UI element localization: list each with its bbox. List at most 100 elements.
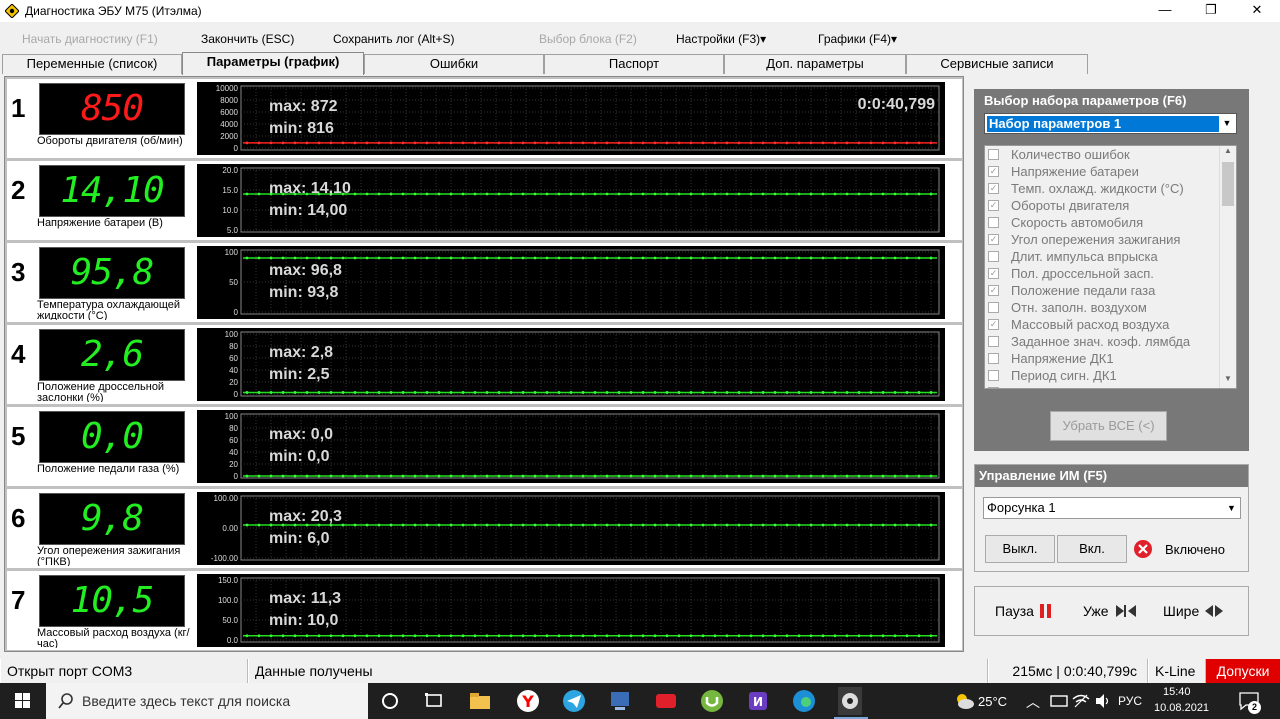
checkbox-checked-icon[interactable]: ✓ [988,285,999,296]
series-point [857,523,861,527]
series-point [833,391,837,394]
utorrent-icon[interactable] [698,687,726,715]
telegram-icon[interactable] [560,687,588,715]
param-list-item[interactable]: ✓ Пол. дроссельной засп. [985,265,1236,282]
param-list-item[interactable]: Отн. заполн. воздухом [985,299,1236,316]
param-list-item[interactable]: Скорость автомобиля [985,214,1236,231]
menu-select-block[interactable]: Выбор блока (F2) [539,32,637,46]
series-point [509,141,513,145]
narrow-button[interactable]: Уже [1083,603,1138,619]
taskbar-search[interactable]: Введите здесь текст для поиска [46,683,368,719]
yandex-browser-icon[interactable]: Y [514,687,542,715]
param-list-item[interactable]: ✓ Темп. охлажд. жидкости (°С) [985,180,1236,197]
param-list-item[interactable]: ✓ Положение педали газа [985,282,1236,299]
param-list-item[interactable]: ✓ Массовый расход воздуха [985,316,1236,333]
param-list-item[interactable]: ✓ Напряжение батареи [985,163,1236,180]
series-point [893,141,897,145]
param-list-item[interactable]: Заданное знач. коэф. лямбда [985,333,1236,350]
series-point [389,141,393,145]
param-list-item[interactable]: Количество ошибок [985,146,1236,163]
scroll-thumb[interactable] [1222,162,1234,206]
series-point [665,256,669,260]
maximize-button[interactable]: ❐ [1188,0,1234,22]
pause-button[interactable]: Пауза [995,603,1053,619]
checkbox-unchecked-icon[interactable] [988,217,999,228]
param-list-item[interactable]: Длит. импульса впрыска [985,248,1236,265]
series-point [497,474,501,478]
param-list-item[interactable]: Напряжение ДК1 [985,350,1236,367]
wide-button[interactable]: Шире [1163,603,1224,619]
input-language[interactable]: РУС [1118,694,1142,708]
checkbox-checked-icon[interactable]: ✓ [988,319,999,330]
checkbox-unchecked-icon[interactable] [988,149,999,160]
checkbox-checked-icon[interactable]: ✓ [988,183,999,194]
checkbox-unchecked-icon[interactable] [988,336,999,347]
tab-extra-params[interactable]: Доп. параметры [724,54,906,74]
tab-errors[interactable]: Ошибки [364,54,544,74]
tab-variables-list[interactable]: Переменные (список) [2,54,182,74]
file-explorer-icon[interactable] [466,687,494,715]
param-list-item[interactable]: ✓ Обороты двигателя [985,197,1236,214]
off-button[interactable]: Выкл. [985,535,1055,563]
chevron-down-icon[interactable]: ▼ [1219,115,1235,132]
tray-chevron-up-icon[interactable]: ︿ [1026,692,1040,712]
network-icon[interactable] [1050,693,1068,709]
taskbar: Введите здесь текст для поиска Y И 25°C … [0,683,1280,719]
app-n-icon[interactable]: И [744,687,772,715]
max-value: max: 872 [269,98,338,115]
menu-save-log[interactable]: Сохранить лог (Alt+S) [333,32,455,46]
param-list-item[interactable]: Период сигн. ДК1 [985,367,1236,384]
checkbox-checked-icon[interactable]: ✓ [988,234,999,245]
tab-parameters-graph[interactable]: Параметры (график) [182,52,364,75]
task-view-icon[interactable] [420,687,448,715]
y-tick-label: 15.0 [222,186,238,195]
permits-button[interactable]: Допуски [1206,659,1280,683]
param-list-scrollbar[interactable]: ▲ ▼ [1219,146,1236,388]
menu-finish[interactable]: Закончить (ESC) [201,32,294,46]
param-list-item[interactable]: ✓ Угол опережения зажигания [985,231,1236,248]
playback-panel: Пауза Уже Шире [974,586,1249,636]
checkbox-unchecked-icon[interactable] [988,387,999,388]
close-button[interactable]: ✕ [1234,0,1280,22]
chevron-down-icon[interactable]: ▼ [1224,499,1239,517]
tab-service-records[interactable]: Сервисные записи [906,54,1088,74]
clock-date[interactable]: 10.08.2021 [1154,702,1209,714]
remove-all-button[interactable]: Убрать ВСЕ (<) [1050,411,1167,441]
checkbox-checked-icon[interactable]: ✓ [988,200,999,211]
checkbox-unchecked-icon[interactable] [988,251,999,262]
windows-start-icon[interactable] [0,683,46,719]
menu-settings[interactable]: Настройки (F3)▾ [676,32,766,46]
menu-graphs[interactable]: Графики (F4)▾ [818,32,897,46]
actuator-dropdown[interactable]: Форсунка 1 ▼ [983,497,1241,519]
speedtest-icon[interactable] [652,687,680,715]
scroll-up-icon[interactable]: ▲ [1220,146,1236,160]
wifi-off-icon[interactable] [1072,693,1090,709]
series-point [797,192,801,196]
on-button[interactable]: Вкл. [1057,535,1127,563]
scroll-down-icon[interactable]: ▼ [1220,374,1236,388]
param-row-2: 2 14,10 Напряжение батареи (В) 20.0 15.0 10.0… [7,161,962,240]
diagnostic-app-icon[interactable] [836,687,864,715]
series-point [521,474,525,478]
paramset-dropdown[interactable]: Набор параметров 1 ▼ [984,113,1237,134]
checkbox-unchecked-icon[interactable] [988,302,999,313]
volume-icon[interactable] [1094,693,1112,709]
minimize-button[interactable]: — [1142,0,1188,22]
menu-start-diagnostics[interactable]: Начать диагностику (F1) [22,32,158,46]
series-point [749,391,753,394]
series-point [869,391,873,394]
checkbox-unchecked-icon[interactable] [988,353,999,364]
series-point [761,391,765,394]
param-list-item[interactable]: Напряжение ДК2 [985,384,1236,388]
checkbox-checked-icon[interactable]: ✓ [988,166,999,177]
series-point [917,634,921,638]
checkbox-unchecked-icon[interactable] [988,370,999,381]
series-point [269,634,273,638]
tab-passport[interactable]: Паспорт [544,54,724,74]
series-point [341,391,345,394]
task-view-cortana-icon[interactable] [376,687,404,715]
edge-browser-icon[interactable] [790,687,818,715]
checkbox-checked-icon[interactable]: ✓ [988,268,999,279]
network-app-icon[interactable] [606,687,634,715]
clock-time[interactable]: 15:40 [1163,686,1191,698]
